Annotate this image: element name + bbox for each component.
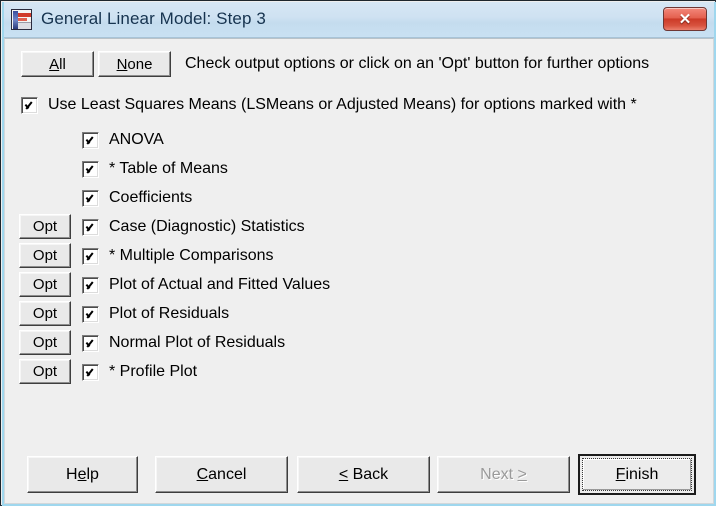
opt-button-7[interactable]: Opt (19, 330, 71, 355)
option-label-1: * Table of Means (109, 160, 228, 177)
cancel-button-label: Cancel (196, 465, 247, 483)
opt-button-4[interactable]: Opt (19, 243, 71, 268)
option-label-2: Coefficients (109, 189, 193, 206)
back-button-label: < Back (338, 465, 389, 483)
opt-button-8[interactable]: Opt (19, 359, 71, 384)
opt-button-label: Opt (32, 363, 58, 380)
next-button: Next > (437, 456, 570, 493)
opt-button-label: Opt (32, 305, 58, 322)
option-checkbox-2[interactable] (82, 189, 99, 207)
opt-button-6[interactable]: Opt (19, 301, 71, 326)
lsmeans-checkbox[interactable] (21, 96, 38, 114)
title-bar[interactable]: General Linear Model: Step 3 ✕ (2, 2, 716, 38)
back-button[interactable]: < Back (297, 456, 430, 493)
option-checkbox-7[interactable] (82, 334, 99, 352)
option-row-7[interactable]: Normal Plot of Residuals (82, 334, 285, 352)
opt-button-label: Opt (32, 276, 58, 293)
close-icon: ✕ (678, 10, 692, 28)
option-checkbox-3[interactable] (82, 218, 99, 236)
opt-button-3[interactable]: Opt (19, 214, 71, 239)
option-checkbox-4[interactable] (82, 247, 99, 265)
option-label-0: ANOVA (109, 131, 164, 148)
option-label-6: Plot of Residuals (109, 305, 230, 322)
dialog-client-area: All None Check output options or click o… (5, 39, 713, 503)
option-label-3: Case (Diagnostic) Statistics (109, 218, 305, 235)
option-row-3[interactable]: Case (Diagnostic) Statistics (82, 218, 305, 236)
option-row-8[interactable]: * Profile Plot (82, 363, 197, 381)
lsmeans-checkbox-row[interactable]: Use Least Squares Means (LSMeans or Adju… (21, 96, 637, 114)
next-button-label: Next > (480, 465, 527, 483)
finish-button[interactable]: Finish (578, 454, 696, 495)
finish-button-label: Finish (615, 465, 659, 483)
option-checkbox-6[interactable] (82, 305, 99, 323)
option-label-5: Plot of Actual and Fitted Values (109, 276, 331, 293)
close-button[interactable]: ✕ (663, 7, 707, 31)
option-label-8: * Profile Plot (109, 363, 198, 380)
all-button[interactable]: All (21, 51, 94, 77)
app-chart-icon (11, 9, 32, 30)
option-row-2[interactable]: Coefficients (82, 189, 192, 207)
finish-button-focus-ring: Finish (582, 458, 692, 491)
lsmeans-label: Use Least Squares Means (LSMeans or Adju… (48, 96, 637, 113)
option-row-5[interactable]: Plot of Actual and Fitted Values (82, 276, 330, 294)
option-row-1[interactable]: * Table of Means (82, 160, 228, 178)
option-row-0[interactable]: ANOVA (82, 131, 164, 149)
all-button-label: All (49, 55, 66, 73)
opt-button-label: Opt (32, 218, 58, 235)
opt-button-5[interactable]: Opt (19, 272, 71, 297)
cancel-button[interactable]: Cancel (155, 456, 288, 493)
help-button[interactable]: Help (27, 456, 138, 493)
option-checkbox-1[interactable] (82, 160, 99, 178)
option-checkbox-5[interactable] (82, 276, 99, 294)
dialog-window: General Linear Model: Step 3 ✕ All None … (0, 0, 716, 506)
window-title: General Linear Model: Step 3 (41, 9, 266, 28)
none-button-label: None (116, 55, 153, 73)
none-button[interactable]: None (98, 51, 171, 77)
opt-button-label: Opt (32, 247, 58, 264)
option-row-6[interactable]: Plot of Residuals (82, 305, 229, 323)
footer-button-bar: Help Cancel < Back Next > Finish (5, 437, 713, 503)
option-label-4: * Multiple Comparisons (109, 247, 274, 264)
option-row-4[interactable]: * Multiple Comparisons (82, 247, 274, 265)
help-button-label: Help (66, 465, 99, 483)
option-checkbox-8[interactable] (82, 363, 99, 381)
toolbar-hint-text: Check output options or click on an 'Opt… (185, 55, 650, 72)
option-checkbox-0[interactable] (82, 131, 99, 149)
option-label-7: Normal Plot of Residuals (109, 334, 286, 351)
opt-button-label: Opt (32, 334, 58, 351)
